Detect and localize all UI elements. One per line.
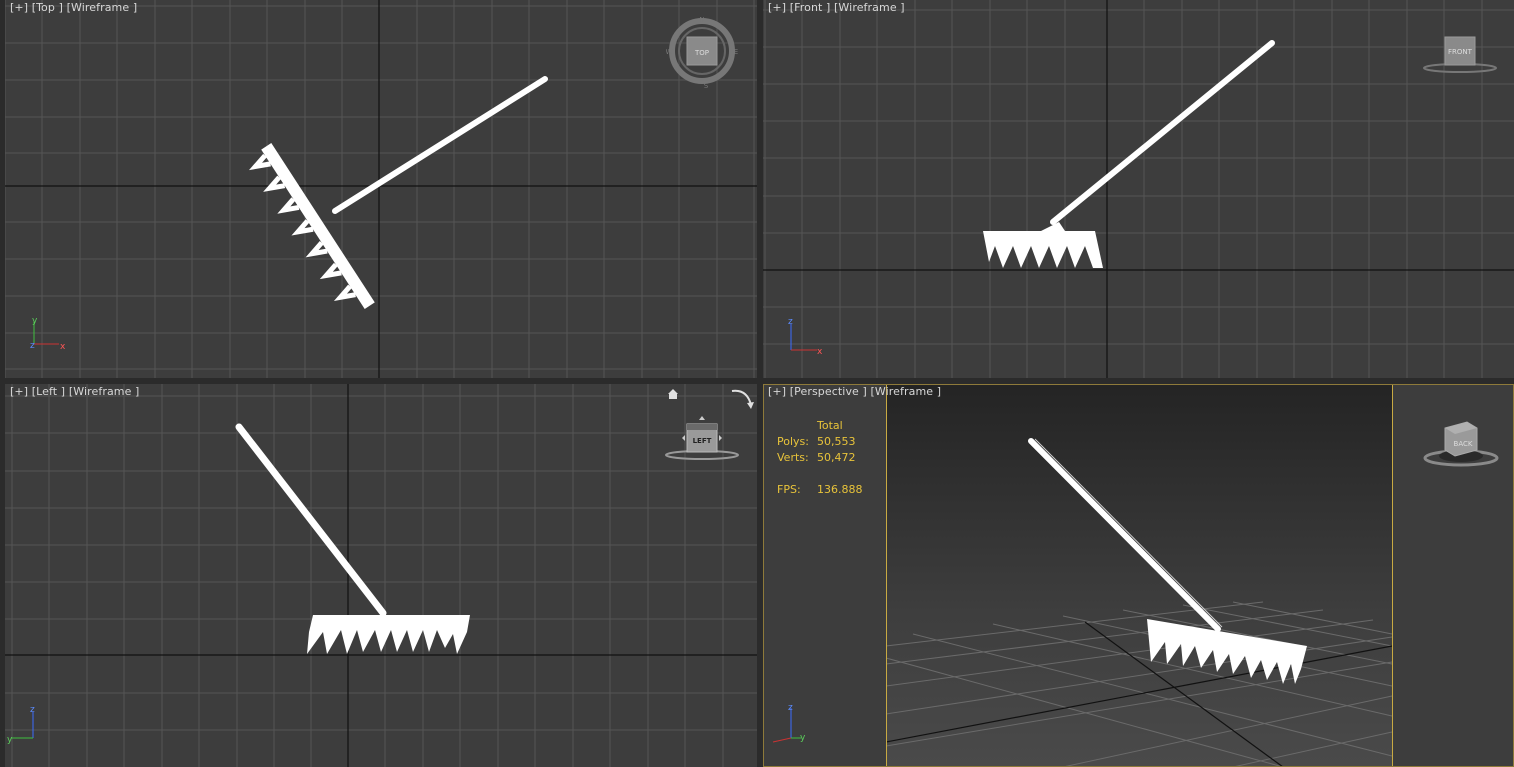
viewcube-label: FRONT bbox=[1448, 48, 1473, 56]
svg-text:W: W bbox=[666, 48, 673, 56]
viewcube-label: LEFT bbox=[693, 437, 712, 445]
home-icon[interactable] bbox=[666, 387, 680, 401]
viewport-label-top[interactable]: [+] [Top ] [Wireframe ] bbox=[10, 1, 137, 14]
polys-label: Polys: bbox=[777, 435, 809, 448]
rake-model-top[interactable] bbox=[5, 0, 757, 378]
fps-value: 136.888 bbox=[817, 483, 863, 496]
svg-text:x: x bbox=[60, 342, 66, 352]
rake-model-perspective[interactable] bbox=[763, 384, 1514, 767]
verts-label: Verts: bbox=[777, 451, 809, 464]
viewport-menu-button[interactable]: [+] bbox=[768, 1, 786, 14]
shading-mode-label[interactable]: [Wireframe ] bbox=[69, 385, 140, 398]
verts-value: 50,472 bbox=[817, 451, 856, 464]
axis-tripod-icon: y z x bbox=[30, 316, 66, 352]
viewcube-label: TOP bbox=[694, 49, 709, 57]
axis-tripod-icon: z y bbox=[7, 705, 35, 745]
viewport-menu-button[interactable]: [+] bbox=[10, 1, 28, 14]
viewport-left[interactable]: [+] [Left ] [Wireframe ] LEFT z y bbox=[5, 384, 757, 767]
svg-text:z: z bbox=[788, 317, 793, 327]
viewport-front[interactable]: [+] [Front ] [Wireframe ] FRONT z x bbox=[763, 0, 1514, 378]
view-type-label[interactable]: [Front ] bbox=[790, 1, 831, 14]
svg-text:y: y bbox=[7, 735, 13, 745]
svg-text:z: z bbox=[788, 703, 793, 713]
svg-text:z: z bbox=[30, 341, 35, 351]
svg-text:y: y bbox=[800, 733, 806, 743]
viewcube-icon[interactable]: FRONT bbox=[1421, 34, 1499, 76]
view-type-label[interactable]: [Perspective ] bbox=[790, 385, 867, 398]
polys-value: 50,553 bbox=[817, 435, 856, 448]
viewcube-label: BACK bbox=[1454, 440, 1473, 448]
viewport-menu-button[interactable]: [+] bbox=[768, 385, 786, 398]
svg-text:E: E bbox=[734, 48, 738, 56]
svg-text:N: N bbox=[699, 17, 704, 24]
viewport-menu-button[interactable]: [+] bbox=[10, 385, 28, 398]
statistics-panel: Total Polys: 50,553 Verts: 50,472 FPS: 136.… bbox=[777, 418, 863, 498]
shading-mode-label[interactable]: [Wireframe ] bbox=[67, 1, 138, 14]
svg-text:S: S bbox=[704, 82, 709, 89]
fps-label: FPS: bbox=[777, 483, 801, 496]
stats-header: Total bbox=[817, 419, 843, 432]
shading-mode-label[interactable]: [Wireframe ] bbox=[871, 385, 942, 398]
view-type-label[interactable]: [Left ] bbox=[32, 385, 65, 398]
viewport-label-front[interactable]: [+] [Front ] [Wireframe ] bbox=[768, 1, 905, 14]
rake-model-left[interactable] bbox=[5, 384, 757, 767]
viewport-label-perspective[interactable]: [+] [Perspective ] [Wireframe ] bbox=[768, 385, 941, 398]
orbit-arrows-icon[interactable] bbox=[729, 385, 757, 413]
view-type-label[interactable]: [Top ] bbox=[32, 1, 63, 14]
svg-text:y: y bbox=[32, 316, 38, 326]
viewcube-icon[interactable]: LEFT bbox=[663, 414, 741, 464]
svg-text:z: z bbox=[30, 705, 35, 715]
rake-model-front[interactable] bbox=[763, 0, 1514, 378]
shading-mode-label[interactable]: [Wireframe ] bbox=[834, 1, 905, 14]
viewport-perspective[interactable]: [+] [Perspective ] [Wireframe ] Total Po… bbox=[763, 384, 1514, 767]
axis-tripod-icon: z y bbox=[772, 703, 806, 743]
compass-ring-icon[interactable]: TOP N W E S bbox=[666, 17, 738, 89]
viewport-top[interactable]: [+] [Top ] [Wireframe ] TOP N W E S y z … bbox=[5, 0, 757, 378]
viewport-label-left[interactable]: [+] [Left ] [Wireframe ] bbox=[10, 385, 139, 398]
viewcube-icon[interactable]: BACK bbox=[1421, 418, 1501, 470]
axis-tripod-icon: z x bbox=[788, 317, 823, 357]
svg-text:x: x bbox=[817, 347, 823, 357]
